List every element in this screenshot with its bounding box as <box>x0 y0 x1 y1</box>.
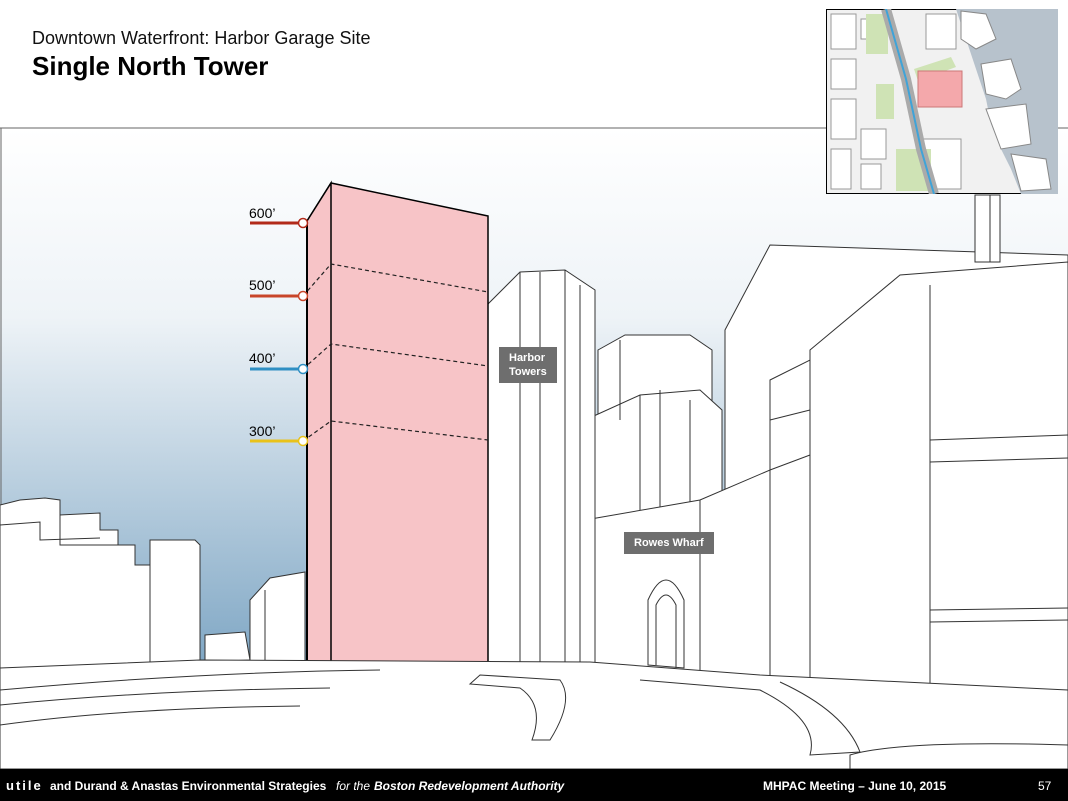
footer-bar: utile and Durand & Anastas Environmental… <box>0 769 1068 801</box>
harbor-towers-label-line1: Harbor <box>509 352 546 364</box>
height-label-400: 400’ <box>249 350 276 366</box>
height-label-500: 500’ <box>249 277 276 293</box>
harbor-towers-callout: Harbor Towers <box>499 347 557 383</box>
footer-meeting: MHPAC Meeting – June 10, 2015 <box>763 779 947 793</box>
proposed-tower <box>302 180 489 663</box>
site-key-map <box>826 9 1058 194</box>
harbor-towers <box>481 269 596 666</box>
footer-client: Boston Redevelopment Authority <box>374 779 565 793</box>
utile-logo: utile <box>6 778 43 793</box>
footer-for-text: for the <box>336 779 371 793</box>
harbor-towers-label-line2: Towers <box>509 366 547 378</box>
height-label-300: 300’ <box>249 423 276 439</box>
right-buildings <box>724 194 1068 701</box>
page-number: 57 <box>1038 779 1052 793</box>
rowes-wharf-callout: Rowes Wharf <box>624 532 714 554</box>
height-label-600: 600’ <box>249 205 276 221</box>
footer-firms: and Durand & Anastas Environmental Strat… <box>50 779 327 793</box>
site-parcel <box>917 70 963 108</box>
